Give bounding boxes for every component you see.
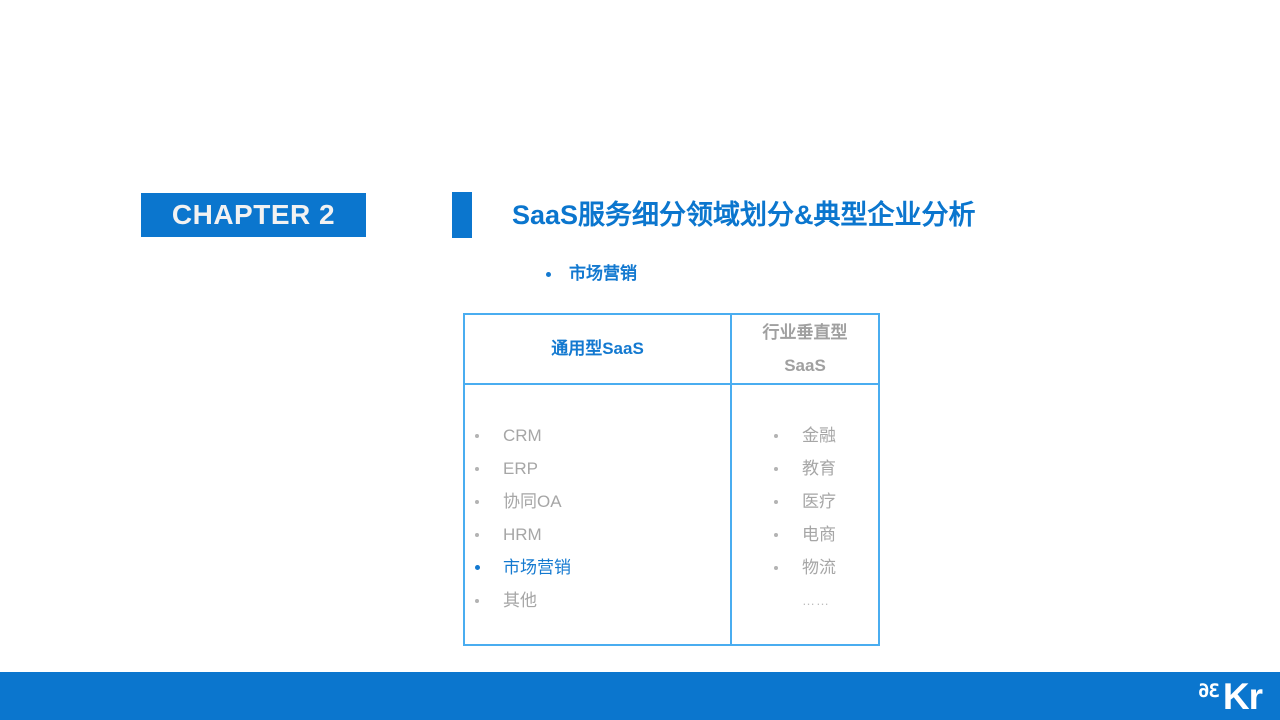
subtitle-row: 市场营销 <box>546 262 637 286</box>
list-item-label: ERP <box>503 458 538 478</box>
list-item[interactable]: CRM <box>475 419 730 452</box>
table-column-body-general: CRM ERP 协同OA HRM 市场营销 其他 <box>465 385 730 644</box>
brand-logo-36kr: 36 Kr <box>1198 676 1263 717</box>
chapter-badge-label: CHAPTER 2 <box>171 199 336 230</box>
table-column-header-vertical-line1: 行业垂直型 <box>762 323 848 342</box>
list-item-label: 电商 <box>802 524 836 544</box>
list-item-highlighted[interactable]: 市场营销 <box>475 551 730 584</box>
ellipsis-label: …… <box>802 592 830 608</box>
table-column-body-vertical: 金融 教育 医疗 电商 物流 …… <box>732 385 878 644</box>
bullet-icon <box>774 565 778 570</box>
bullet-icon <box>475 433 479 438</box>
list-item[interactable]: 电商 <box>740 518 872 551</box>
list-item[interactable]: 物流 <box>740 551 872 584</box>
list-item[interactable]: 医疗 <box>740 485 872 518</box>
list-item-label: 协同OA <box>503 491 562 511</box>
bullet-icon <box>774 499 778 504</box>
list-item[interactable]: HRM <box>475 518 730 551</box>
logo-kr-mark: Kr <box>1222 676 1263 717</box>
list-item[interactable]: ERP <box>475 452 730 485</box>
bullet-icon <box>475 499 479 504</box>
list-item-label: 医疗 <box>802 491 836 511</box>
logo-36-mark: 36 <box>1198 680 1220 702</box>
bullet-icon <box>475 565 480 570</box>
bullet-icon <box>475 532 479 537</box>
list-item-ellipsis: …… <box>740 584 872 617</box>
bullet-icon <box>475 466 479 471</box>
footer-bar: 36 Kr <box>0 672 1280 720</box>
table-column-general-saas: 通用型SaaS CRM ERP 协同OA HRM 市场营销 其他 <box>463 313 732 646</box>
bullet-icon <box>774 532 778 537</box>
table-column-header-vertical-line2: SaaS <box>784 356 826 375</box>
list-item-label: CRM <box>503 425 542 445</box>
table-column-header-general: 通用型SaaS <box>465 315 730 385</box>
list-item-label: 市场营销 <box>503 557 571 577</box>
title-accent-bar <box>452 192 472 238</box>
table-column-header-vertical: 行业垂直型 SaaS <box>732 315 878 385</box>
bullet-icon <box>774 466 778 471</box>
list-item[interactable]: 其他 <box>475 584 730 617</box>
chapter-badge: CHAPTER 2 <box>141 193 366 237</box>
list-item-label: 教育 <box>802 458 836 478</box>
saas-category-table: 通用型SaaS CRM ERP 协同OA HRM 市场营销 其他 行业垂直型 S… <box>463 313 882 646</box>
list-item-label: HRM <box>503 524 542 544</box>
list-item[interactable]: 金融 <box>740 419 872 452</box>
list-item-label: 其他 <box>503 590 537 610</box>
bullet-icon <box>774 433 778 438</box>
list-item-label: 物流 <box>802 557 836 577</box>
bullet-icon <box>546 271 551 277</box>
slide-canvas: CHAPTER 2 SaaS服务细分领域划分&典型企业分析 市场营销 通用型Sa… <box>0 0 1280 720</box>
subtitle-label: 市场营销 <box>569 264 637 283</box>
table-column-vertical-saas: 行业垂直型 SaaS 金融 教育 医疗 电商 物流 …… <box>730 313 880 646</box>
list-item[interactable]: 教育 <box>740 452 872 485</box>
list-item[interactable]: 协同OA <box>475 485 730 518</box>
table-column-header-general-label: 通用型SaaS <box>551 339 644 358</box>
page-title: SaaS服务细分领域划分&典型企业分析 <box>512 200 976 230</box>
list-item-label: 金融 <box>802 425 836 445</box>
bullet-icon <box>475 598 479 603</box>
